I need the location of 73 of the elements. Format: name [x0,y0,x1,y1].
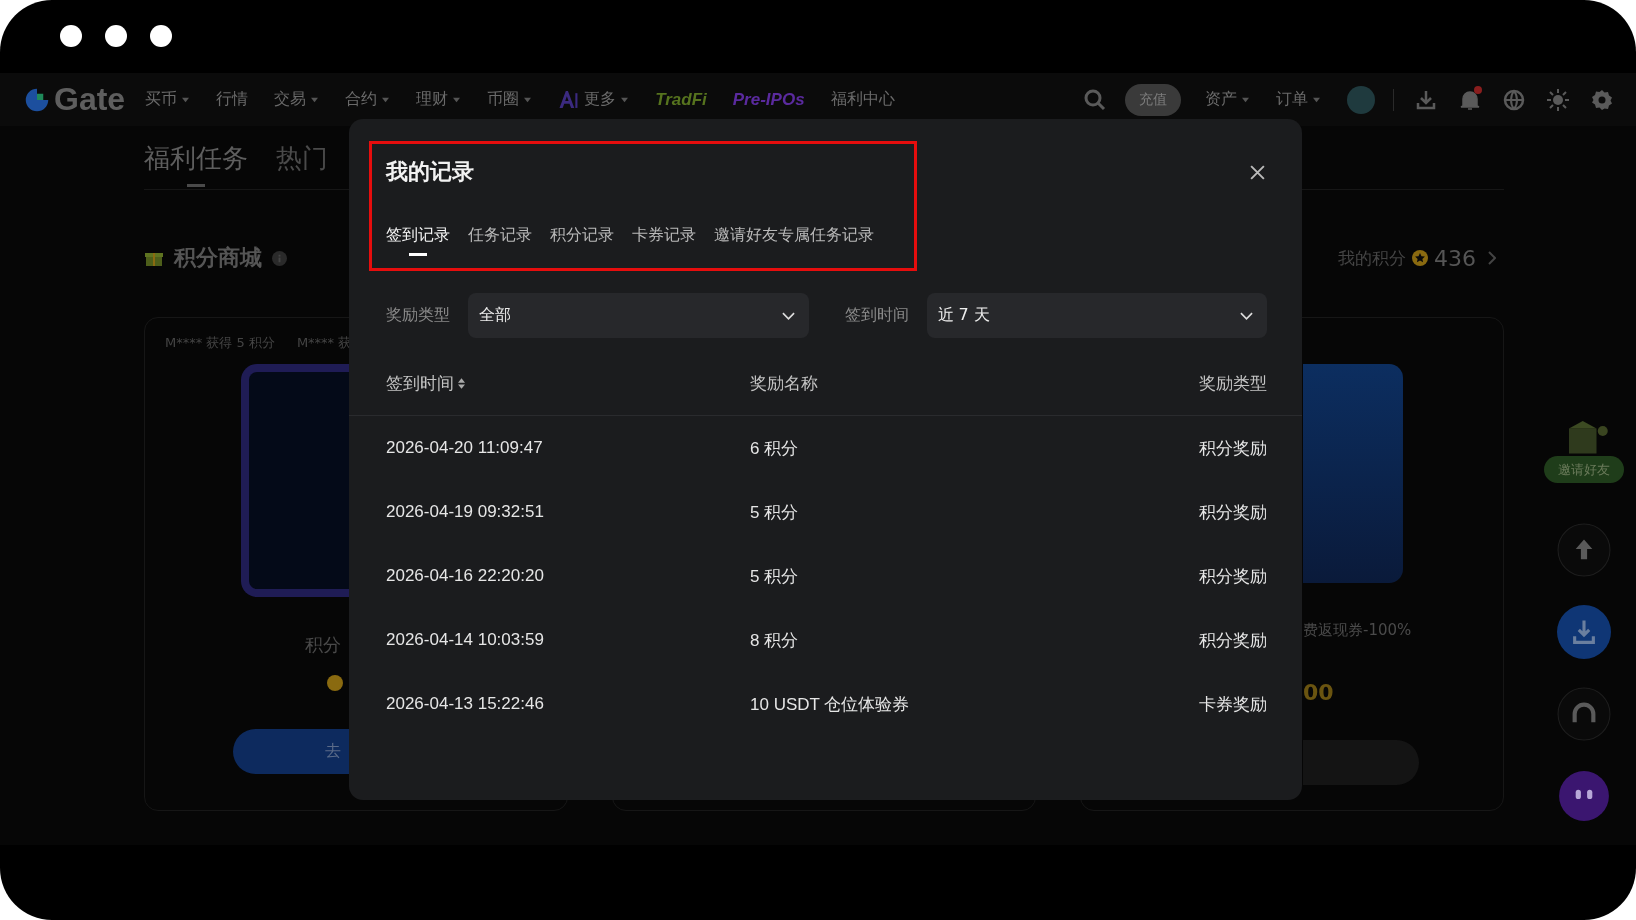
table-cell-text: 10 USDT 仓位体验券 [750,693,911,716]
my-points-link[interactable]: 我的积分 436 [1338,245,1496,271]
my-points-label: 我的积分 [1338,246,1406,270]
filter-label: 奖励类型 [386,305,450,326]
filter-dropdown[interactable]: 近 7 天 [926,293,1267,338]
table-cell-text: 8 积分 [750,629,800,652]
back-to-top-button[interactable] [1557,523,1611,577]
filter-dropdown[interactable]: 全部 [468,293,809,338]
nav-menu-item[interactable]: Pre-IPOs [732,89,805,110]
window-dot[interactable] [60,25,82,47]
record-tab[interactable]: 积分记录 [550,225,614,256]
record-tab[interactable]: 卡券记录 [632,225,696,256]
nav-menu-item[interactable]: 福利中心 [830,89,895,110]
info-icon [272,250,287,266]
record-tab[interactable]: 邀请好友专属任务记录 [714,225,874,256]
window-dot[interactable] [105,25,127,47]
nav-menu-item[interactable]: 资产 [1205,89,1250,110]
points-value: 436 [1434,245,1476,271]
dialog-title: 我的记录 [386,158,474,186]
table-cell-text: 2026-04-16 22:20:20 [386,566,545,586]
nav-menu-item[interactable]: 理财 [416,89,462,110]
sun-icon[interactable] [1546,87,1570,112]
record-tab[interactable]: 任务记录 [468,225,532,256]
section-title: 积分商城 [174,244,262,272]
settings-icon[interactable] [1590,87,1614,112]
deposit-button[interactable]: 充值 [1125,83,1181,116]
table-cell-text: 积分奖励 [1198,501,1267,524]
card-title: 费返现券-100% [1303,621,1412,640]
table-cell-text: 2026-04-20 11:09:47 [386,438,544,458]
avatar[interactable] [1347,85,1375,114]
table-cell-text: 积分奖励 [1198,629,1267,652]
card-title: 积分 [305,633,341,657]
headset-button[interactable] [1557,687,1611,741]
nav-menu-item[interactable]: 更多 [558,89,630,110]
invite-friends-button[interactable]: 邀请好友 [1544,456,1624,483]
star-coin-icon [1412,250,1428,266]
table-cell-text: 卡券奖励 [1198,693,1267,716]
table-cell-text: 6 积分 [750,437,800,460]
table-cell-text: 2026-04-13 15:22:46 [386,694,545,714]
column-header[interactable]: 签到时间 [386,372,750,395]
column-header: 奖励类型 [1198,373,1267,395]
nav-menu-item[interactable]: 币圈 [487,89,533,110]
mascot-button[interactable] [1557,769,1611,823]
globe-icon[interactable] [1502,87,1526,112]
table-cell-text: 2026-04-14 10:03:59 [386,630,545,650]
table-cell-text: 5 积分 [750,565,800,588]
close-icon[interactable] [1249,163,1266,181]
redeem-button[interactable]: 去 [233,729,349,774]
price-text: 00 [1303,680,1334,705]
nav-menu-item[interactable]: 交易 [274,89,320,110]
ticker-text: M**** 获得 5 积分 [165,334,275,352]
filter-label: 签到时间 [844,305,909,326]
chevron-right-icon [1488,251,1496,265]
star-coin-icon [327,675,343,691]
table-cell-text: 2026-04-19 09:32:51 [386,502,545,522]
nav-menu-item[interactable]: TradFi [655,89,707,110]
table-cell-text: 积分奖励 [1198,565,1267,588]
nav-menu-item[interactable]: 合约 [345,89,391,110]
nav-menu-item[interactable]: 买币 [145,89,191,110]
chevron-down-icon [781,311,795,320]
column-header: 奖励名称 [750,373,819,395]
nav-menu-item[interactable]: 订单 [1276,89,1321,110]
download-button[interactable] [1557,605,1611,659]
window-dot[interactable] [150,25,172,47]
nav-menu-item[interactable]: 行情 [216,89,249,110]
logo-text[interactable]: Gate [54,81,126,118]
chevron-down-icon [1240,311,1253,320]
record-tab[interactable]: 签到记录 [386,225,450,256]
table-cell-text: 5 积分 [750,501,800,524]
ticker-text: M**** 获 [296,334,352,352]
table-cell-text: 积分奖励 [1198,437,1267,460]
search-icon[interactable] [1083,87,1107,112]
page-tab[interactable]: 热门 [276,125,328,190]
